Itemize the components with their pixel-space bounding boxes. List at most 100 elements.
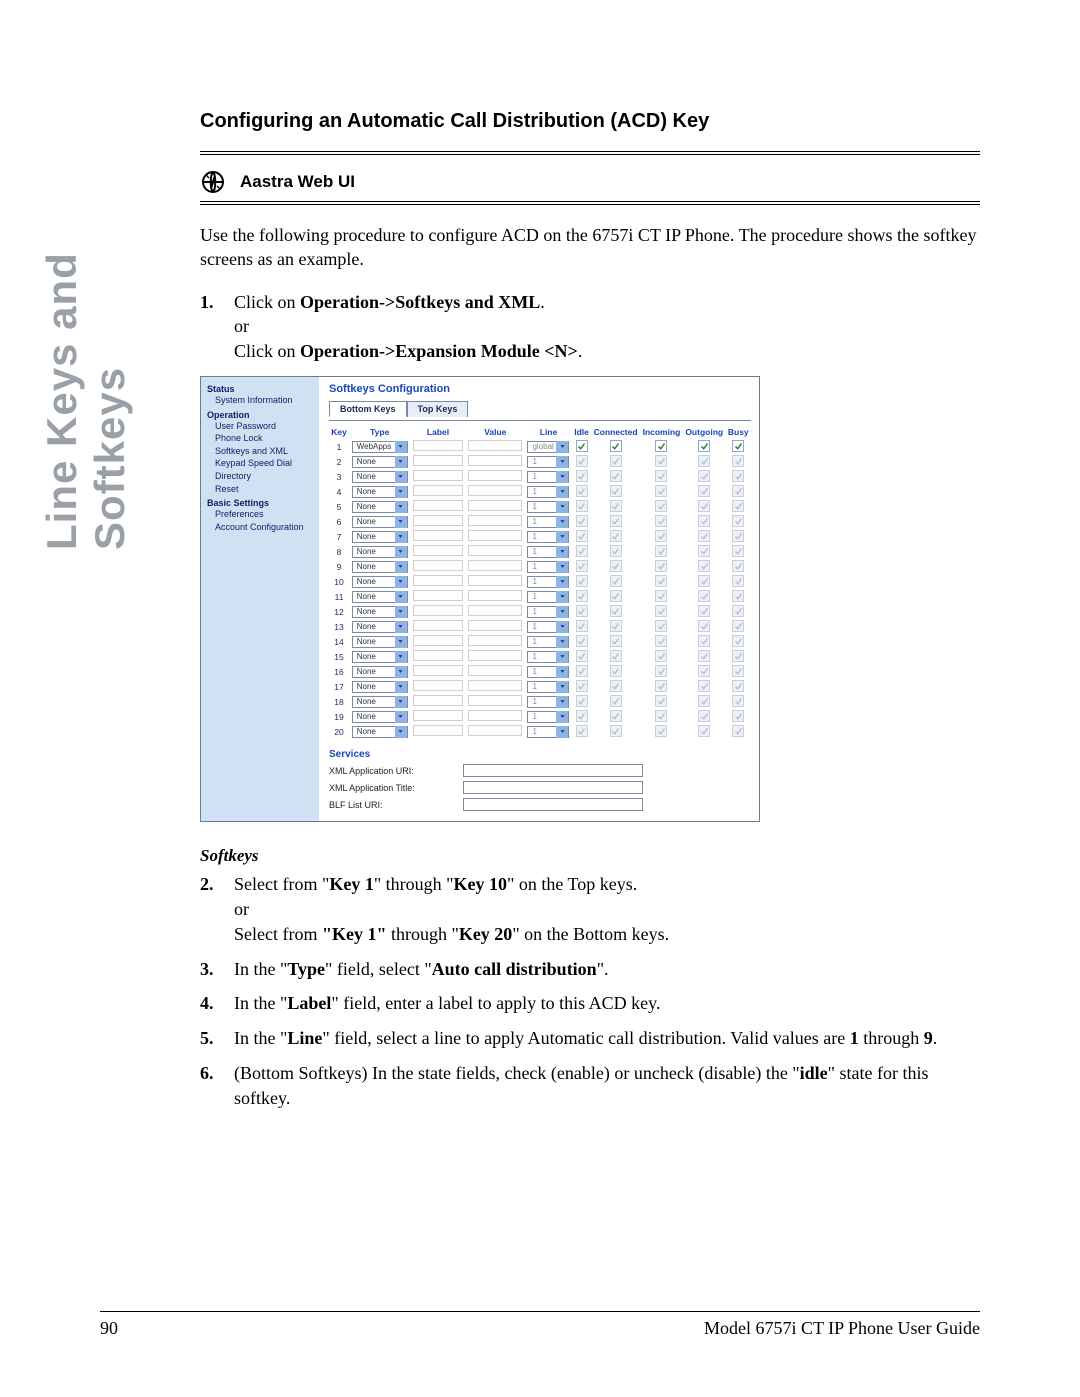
- line-select[interactable]: 1: [527, 546, 569, 558]
- type-select[interactable]: None: [352, 666, 408, 678]
- tab-bottom-keys[interactable]: Bottom Keys: [329, 401, 407, 417]
- line-select[interactable]: 1: [527, 666, 569, 678]
- line-select[interactable]: 1: [527, 516, 569, 528]
- line-select[interactable]: 1: [527, 621, 569, 633]
- value-input[interactable]: [468, 725, 522, 736]
- value-input[interactable]: [468, 710, 522, 721]
- line-select[interactable]: global: [527, 441, 569, 453]
- value-input[interactable]: [468, 560, 522, 571]
- value-input[interactable]: [468, 455, 522, 466]
- type-select[interactable]: None: [352, 591, 408, 603]
- nav-item[interactable]: Directory: [215, 470, 313, 483]
- line-select[interactable]: 1: [527, 591, 569, 603]
- type-select[interactable]: None: [352, 651, 408, 663]
- outgoing-checkbox[interactable]: [698, 440, 710, 452]
- service-input[interactable]: [463, 798, 643, 811]
- label-input[interactable]: [413, 590, 463, 601]
- value-input[interactable]: [468, 500, 522, 511]
- nav-item[interactable]: Phone Lock: [215, 432, 313, 445]
- line-select[interactable]: 1: [527, 471, 569, 483]
- value-input[interactable]: [468, 530, 522, 541]
- line-select[interactable]: 1: [527, 531, 569, 543]
- label-input[interactable]: [413, 605, 463, 616]
- type-select[interactable]: None: [352, 606, 408, 618]
- nav-item[interactable]: User Password: [215, 420, 313, 433]
- label-input[interactable]: [413, 560, 463, 571]
- value-input[interactable]: [468, 575, 522, 586]
- tab-top-keys[interactable]: Top Keys: [407, 401, 469, 417]
- type-select[interactable]: None: [352, 681, 408, 693]
- type-select[interactable]: None: [352, 561, 408, 573]
- type-select[interactable]: WebApps: [352, 441, 408, 453]
- type-select[interactable]: None: [352, 621, 408, 633]
- label-input[interactable]: [413, 710, 463, 721]
- line-select[interactable]: 1: [527, 576, 569, 588]
- label-input[interactable]: [413, 530, 463, 541]
- value-input[interactable]: [468, 620, 522, 631]
- value-input[interactable]: [468, 650, 522, 661]
- value-input[interactable]: [468, 635, 522, 646]
- type-select[interactable]: None: [352, 726, 408, 738]
- line-select[interactable]: 1: [527, 456, 569, 468]
- type-select[interactable]: None: [352, 531, 408, 543]
- line-select[interactable]: 1: [527, 711, 569, 723]
- value-input[interactable]: [468, 470, 522, 481]
- nav-item[interactable]: Account Configuration: [215, 521, 313, 534]
- type-select[interactable]: None: [352, 696, 408, 708]
- nav-item[interactable]: System Information: [215, 394, 313, 407]
- label-input[interactable]: [413, 440, 463, 451]
- type-select[interactable]: None: [352, 576, 408, 588]
- label-input[interactable]: [413, 665, 463, 676]
- service-input[interactable]: [463, 781, 643, 794]
- nav-item[interactable]: Softkeys and XML: [215, 445, 313, 458]
- label-input[interactable]: [413, 470, 463, 481]
- line-select[interactable]: 1: [527, 561, 569, 573]
- nav-item[interactable]: Reset: [215, 483, 313, 496]
- value-input[interactable]: [468, 590, 522, 601]
- value-input[interactable]: [468, 515, 522, 526]
- value-input[interactable]: [468, 440, 522, 451]
- label-input[interactable]: [413, 650, 463, 661]
- incoming-checkbox[interactable]: [655, 440, 667, 452]
- value-input[interactable]: [468, 545, 522, 556]
- page-footer: 90 Model 6757i CT IP Phone User Guide: [100, 1311, 980, 1339]
- label-input[interactable]: [413, 455, 463, 466]
- type-select[interactable]: None: [352, 471, 408, 483]
- type-select[interactable]: None: [352, 516, 408, 528]
- label-input[interactable]: [413, 725, 463, 736]
- value-input[interactable]: [468, 485, 522, 496]
- type-select[interactable]: None: [352, 546, 408, 558]
- idle-checkbox[interactable]: [576, 440, 588, 452]
- label-input[interactable]: [413, 485, 463, 496]
- label-input[interactable]: [413, 500, 463, 511]
- value-input[interactable]: [468, 695, 522, 706]
- type-select[interactable]: None: [352, 636, 408, 648]
- value-input[interactable]: [468, 665, 522, 676]
- value-input[interactable]: [468, 605, 522, 616]
- service-input[interactable]: [463, 764, 643, 777]
- connected-checkbox[interactable]: [610, 440, 622, 452]
- value-input[interactable]: [468, 680, 522, 691]
- label-input[interactable]: [413, 620, 463, 631]
- nav-item[interactable]: Preferences: [215, 508, 313, 521]
- busy-checkbox[interactable]: [732, 440, 744, 452]
- type-select[interactable]: None: [352, 711, 408, 723]
- line-select[interactable]: 1: [527, 696, 569, 708]
- label-input[interactable]: [413, 680, 463, 691]
- line-select[interactable]: 1: [527, 501, 569, 513]
- line-select[interactable]: 1: [527, 636, 569, 648]
- line-select[interactable]: 1: [527, 486, 569, 498]
- label-input[interactable]: [413, 635, 463, 646]
- label-input[interactable]: [413, 695, 463, 706]
- line-select[interactable]: 1: [527, 651, 569, 663]
- label-input[interactable]: [413, 545, 463, 556]
- line-select[interactable]: 1: [527, 681, 569, 693]
- type-select[interactable]: None: [352, 486, 408, 498]
- type-select[interactable]: None: [352, 501, 408, 513]
- line-select[interactable]: 1: [527, 606, 569, 618]
- label-input[interactable]: [413, 515, 463, 526]
- label-input[interactable]: [413, 575, 463, 586]
- nav-item[interactable]: Keypad Speed Dial: [215, 457, 313, 470]
- type-select[interactable]: None: [352, 456, 408, 468]
- line-select[interactable]: 1: [527, 726, 569, 738]
